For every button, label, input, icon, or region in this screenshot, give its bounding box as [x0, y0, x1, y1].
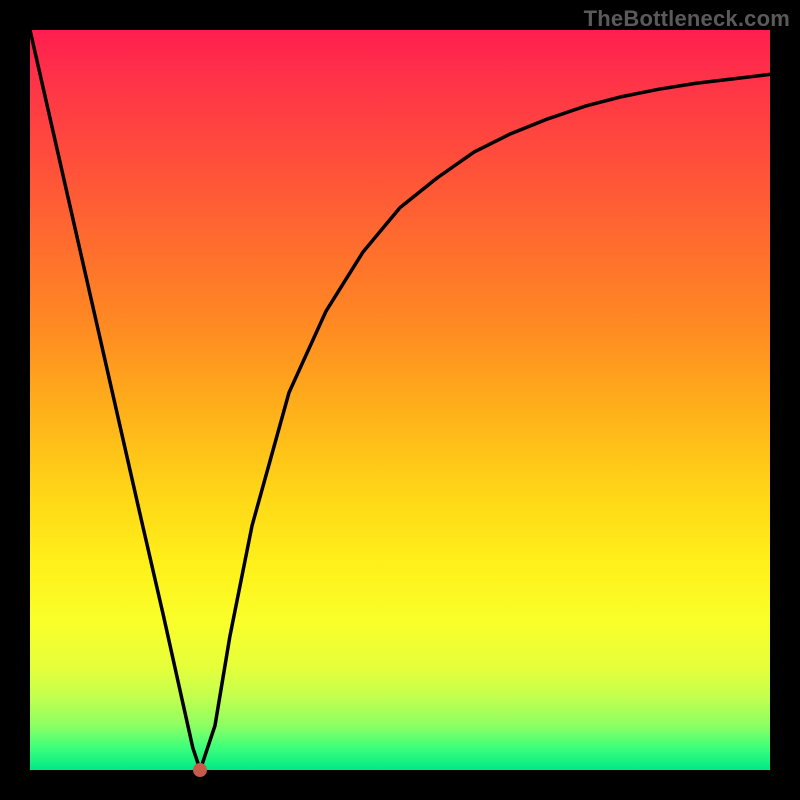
bottleneck-curve-path	[30, 30, 770, 770]
plot-area	[30, 30, 770, 770]
curve-svg	[30, 30, 770, 770]
chart-frame: TheBottleneck.com	[0, 0, 800, 800]
watermark-text: TheBottleneck.com	[584, 6, 790, 32]
minimum-marker	[193, 763, 207, 777]
